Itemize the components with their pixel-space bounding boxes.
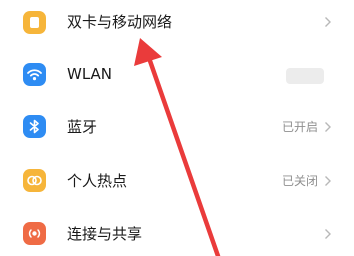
sim-card-icon <box>23 11 46 34</box>
settings-item-dual-sim[interactable]: 双卡与移动网络 <box>0 0 354 50</box>
share-icon <box>23 222 46 245</box>
hotspot-icon <box>23 169 46 192</box>
status-text: 已关闭 <box>281 174 318 188</box>
settings-item-label: 连接与共享 <box>67 225 143 243</box>
settings-item-bluetooth[interactable]: 蓝牙 已开启 <box>0 102 354 152</box>
chevron-right-icon <box>325 176 331 186</box>
wlan-name-redacted <box>286 68 324 84</box>
settings-item-label: 个人热点 <box>67 172 128 190</box>
chevron-right-icon <box>325 122 331 132</box>
settings-item-label: WLAN <box>67 65 113 83</box>
chevron-right-icon <box>325 229 331 239</box>
settings-item-label: 双卡与移动网络 <box>67 13 173 31</box>
chevron-right-icon <box>325 17 331 27</box>
settings-page: 双卡与移动网络 WLAN 蓝牙 已开启 个人热点 已关闭 连接与共享 <box>0 0 354 256</box>
settings-item-wlan[interactable]: WLAN <box>0 51 354 101</box>
settings-item-label: 蓝牙 <box>67 118 98 136</box>
settings-item-connection-sharing[interactable]: 连接与共享 <box>0 208 354 256</box>
status-text: 已开启 <box>281 120 318 134</box>
wifi-icon <box>23 63 46 86</box>
bluetooth-icon <box>23 115 46 138</box>
settings-item-hotspot[interactable]: 个人热点 已关闭 <box>0 156 354 206</box>
